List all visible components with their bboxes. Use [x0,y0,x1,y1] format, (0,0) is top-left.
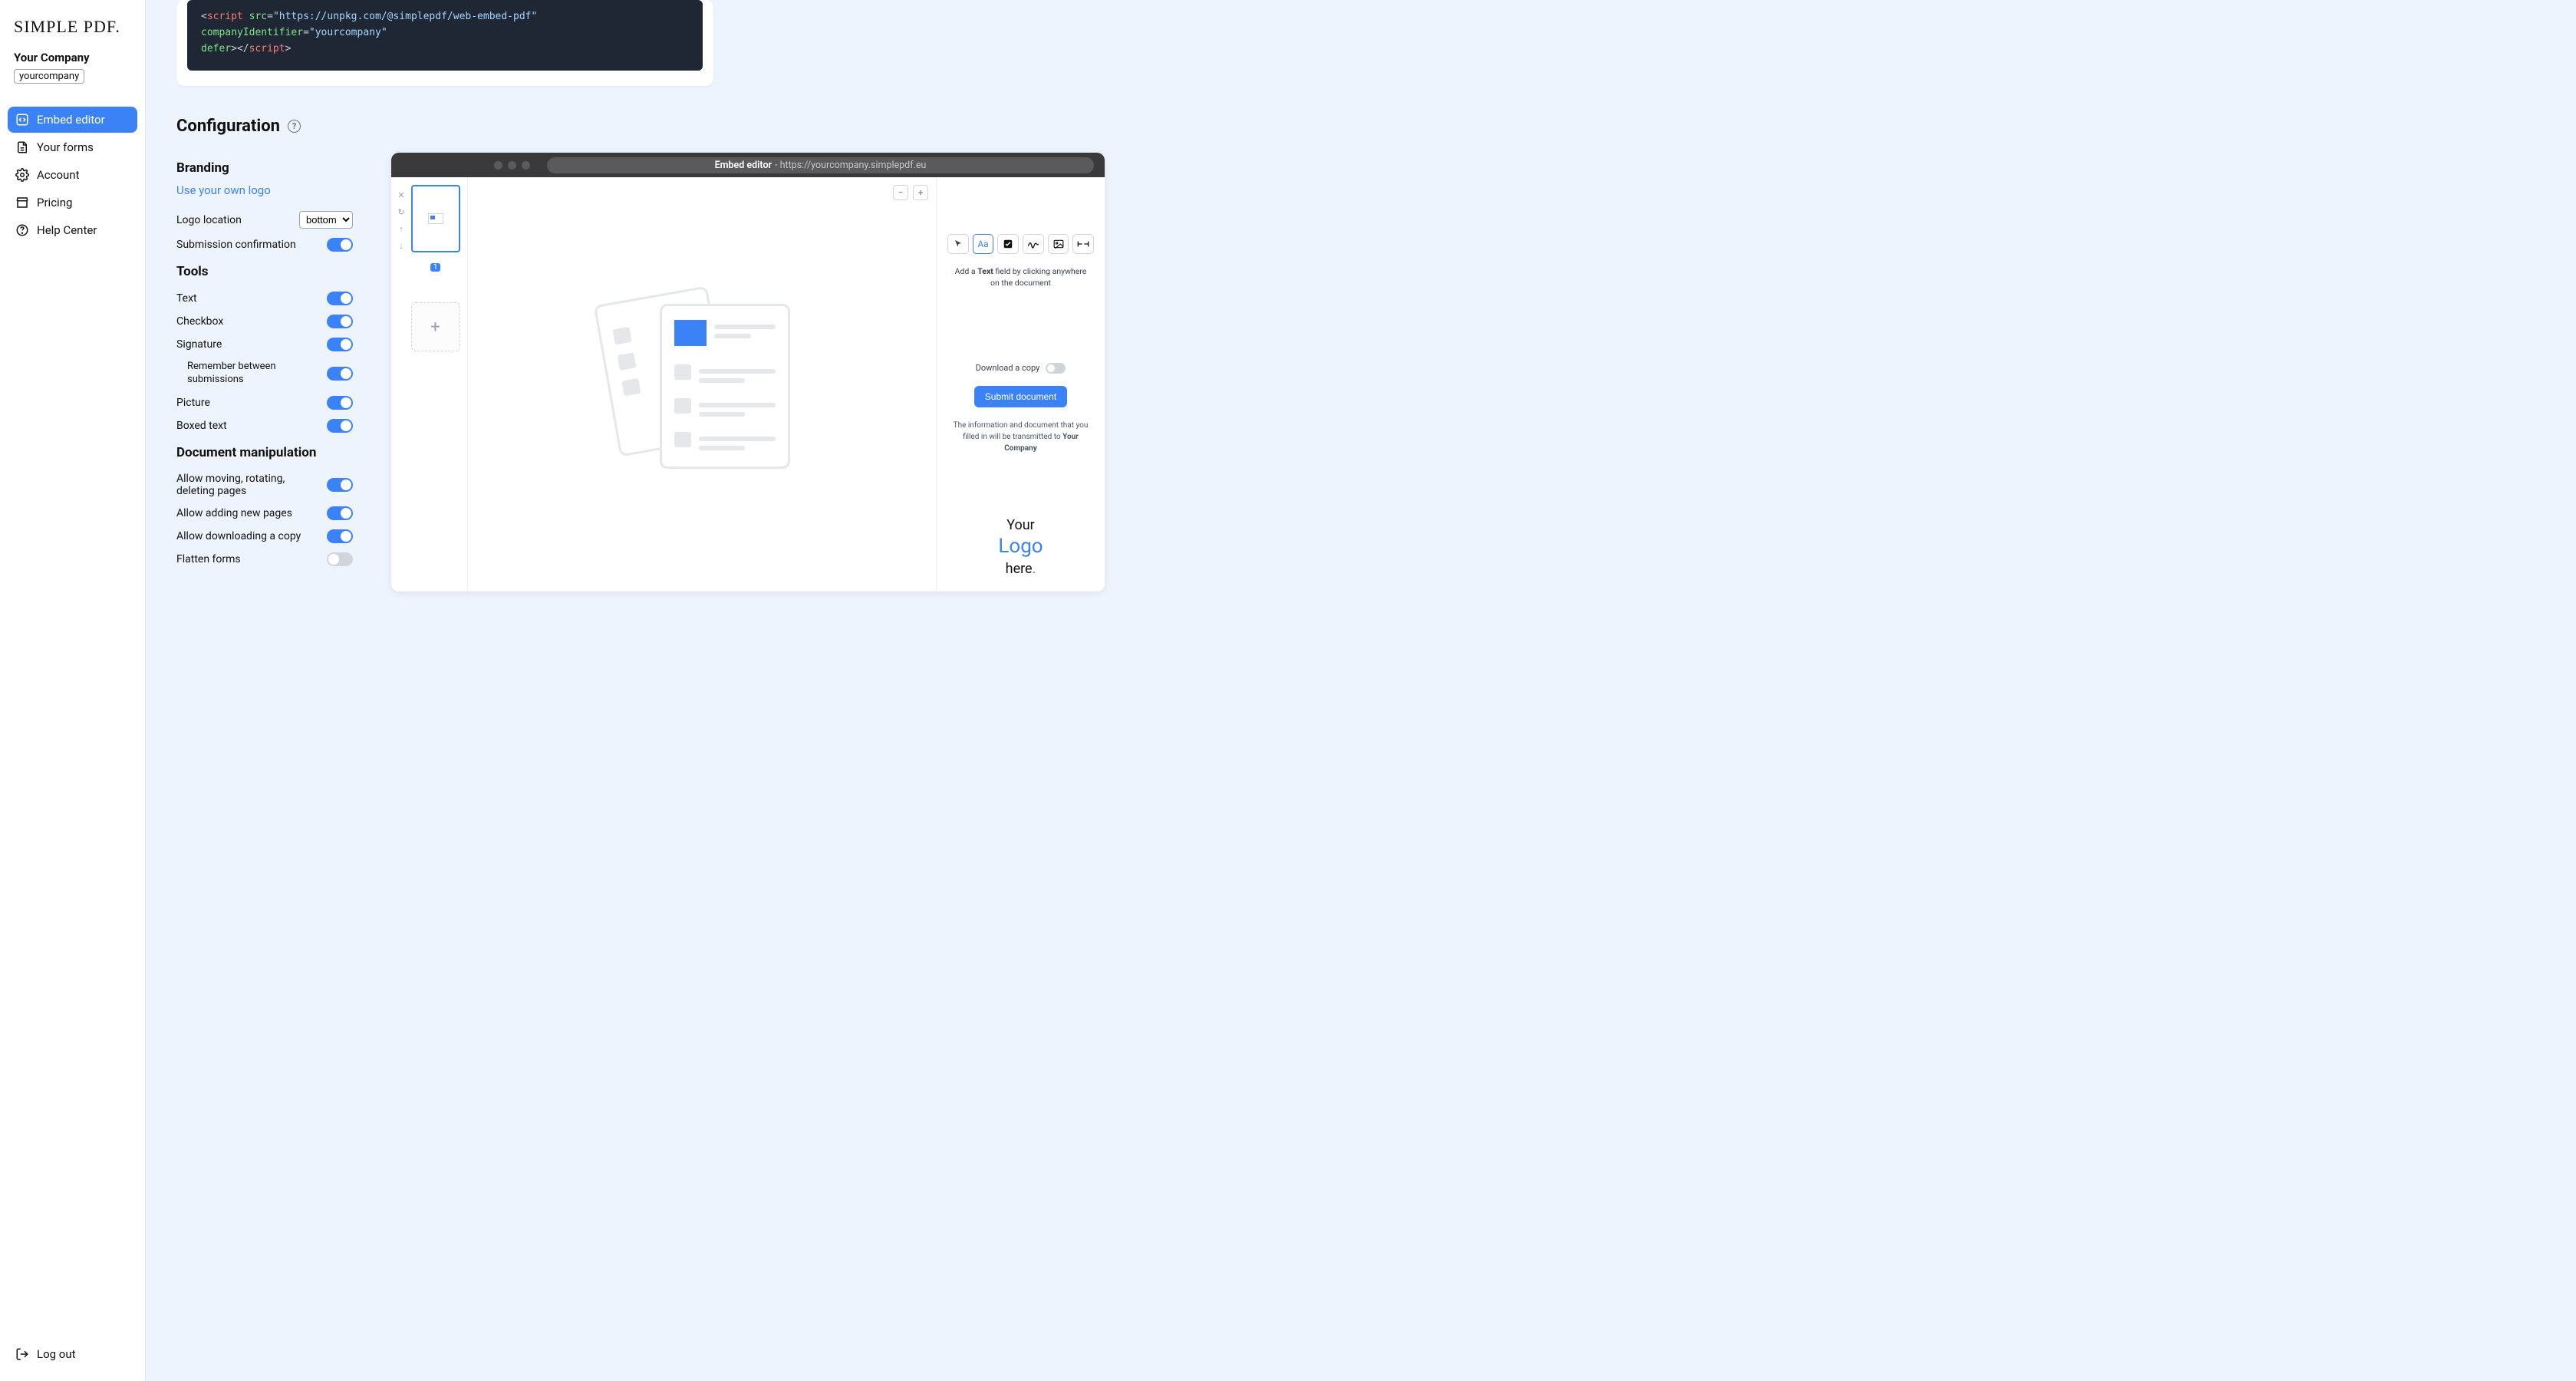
page-thumbnail-rail: ✕ ↻ ↑ ↓ 1 + [391,177,468,592]
logo-location-label: Logo location [176,214,242,226]
gear-icon [15,168,29,182]
sidebar: SIMPLE PDF. Your Company yourcompany Emb… [0,0,146,1381]
tool-boxed-text[interactable] [1072,234,1094,254]
tool-checkbox[interactable] [997,234,1019,254]
tool-remember-label: Remember between submissions [176,361,292,387]
move-up-icon[interactable]: ↑ [396,223,407,234]
tool-text-toggle[interactable] [327,292,353,305]
nav-label: Pricing [37,196,72,209]
help-icon[interactable]: ? [288,120,301,133]
nav-embed-editor[interactable]: Embed editor [8,107,137,133]
document-placeholder-illustration [606,288,798,480]
embed-code-block[interactable]: <script src="https://unpkg.com/@simplepd… [187,0,703,71]
close-page-icon[interactable]: ✕ [396,190,407,200]
docmanip-heading: Document manipulation [176,445,353,460]
tool-pointer[interactable] [947,234,969,254]
docmanip-flatten-label: Flatten forms [176,553,241,565]
help-icon [15,223,29,237]
sidebar-nav: Embed editor Your forms Account Pricing … [8,107,137,245]
main-content: <script src="https://unpkg.com/@simplepd… [146,0,2576,1381]
page-thumbnail[interactable] [411,185,460,252]
tool-remember-toggle[interactable] [327,367,353,381]
company-slug-tag: yourcompany [14,69,84,84]
download-copy-toggle[interactable] [1046,363,1066,374]
move-down-icon[interactable]: ↓ [396,240,407,251]
code-icon [15,113,29,127]
brand-logo: SIMPLE PDF. [8,14,137,51]
zoom-out-icon[interactable]: − [893,185,908,200]
docmanip-move-label: Allow moving, rotating, deleting pages [176,473,299,497]
docmanip-add-toggle[interactable] [327,506,353,520]
submission-confirm-toggle[interactable] [327,238,353,252]
tool-text-label: Text [176,292,197,305]
preview-titlebar: Embed editor - https://yourcompany.simpl… [391,153,1105,177]
config-controls: Branding Use your own logo Logo location… [176,153,353,571]
nav-label: Help Center [37,223,97,237]
rotate-page-icon[interactable]: ↻ [396,206,407,217]
tool-signature-toggle[interactable] [327,338,353,351]
nav-label: Account [37,168,80,182]
inspector-panel: Aa [936,177,1105,592]
document-canvas[interactable]: − + [468,177,936,592]
tool-checkbox-toggle[interactable] [327,315,353,328]
preview-urlbar: Embed editor - https://yourcompany.simpl… [547,157,1094,173]
company-name: Your Company [14,51,131,64]
branding-heading: Branding [176,160,353,176]
nav-help-center[interactable]: Help Center [8,217,137,243]
tool-text[interactable]: Aa [973,234,994,254]
nav-pricing[interactable]: Pricing [8,190,137,216]
download-copy-label: Download a copy [976,363,1040,373]
submission-confirm-label: Submission confirmation [176,239,296,251]
zoom-in-icon[interactable]: + [913,185,928,200]
nav-account[interactable]: Account [8,162,137,188]
configuration-heading: Configuration ? [176,117,2545,136]
nav-label: Your forms [37,140,94,154]
tool-picture[interactable] [1048,234,1069,254]
docmanip-download-label: Allow downloading a copy [176,530,301,542]
docmanip-move-toggle[interactable] [327,478,353,492]
add-page-button[interactable]: + [411,302,460,351]
tool-hint: Add a Text field by clicking anywhere on… [947,266,1094,288]
submit-disclaimer: The information and document that you fi… [947,420,1094,454]
company-block: Your Company yourcompany [8,51,137,107]
tool-signature-label: Signature [176,338,222,351]
nav-your-forms[interactable]: Your forms [8,134,137,160]
logout-label: Log out [37,1347,76,1361]
tool-signature[interactable] [1023,234,1044,254]
tools-heading: Tools [176,264,353,279]
page-number-badge: 1 [430,263,441,272]
submit-document-button[interactable]: Submit document [974,386,1067,407]
file-icon [15,140,29,154]
tool-picture-toggle[interactable] [327,396,353,410]
docmanip-flatten-toggle[interactable] [327,552,353,566]
logo-location-select[interactable]: bottom [299,211,353,229]
embed-snippet-card: <script src="https://unpkg.com/@simplepd… [176,0,713,86]
docmanip-add-label: Allow adding new pages [176,507,292,519]
nav-label: Embed editor [37,113,105,127]
tool-boxed-toggle[interactable] [327,419,353,433]
logo-placeholder: Your Logo here. [947,516,1094,578]
traffic-lights [494,161,530,170]
docmanip-download-toggle[interactable] [327,529,353,543]
logout-icon [15,1347,29,1361]
own-logo-link[interactable]: Use your own logo [176,183,271,197]
tool-checkbox-label: Checkbox [176,315,223,328]
preview-window: Embed editor - https://yourcompany.simpl… [391,153,1105,592]
store-icon [15,196,29,209]
logout-button[interactable]: Log out [8,1341,137,1367]
tool-boxed-label: Boxed text [176,420,227,432]
tool-picture-label: Picture [176,397,210,409]
